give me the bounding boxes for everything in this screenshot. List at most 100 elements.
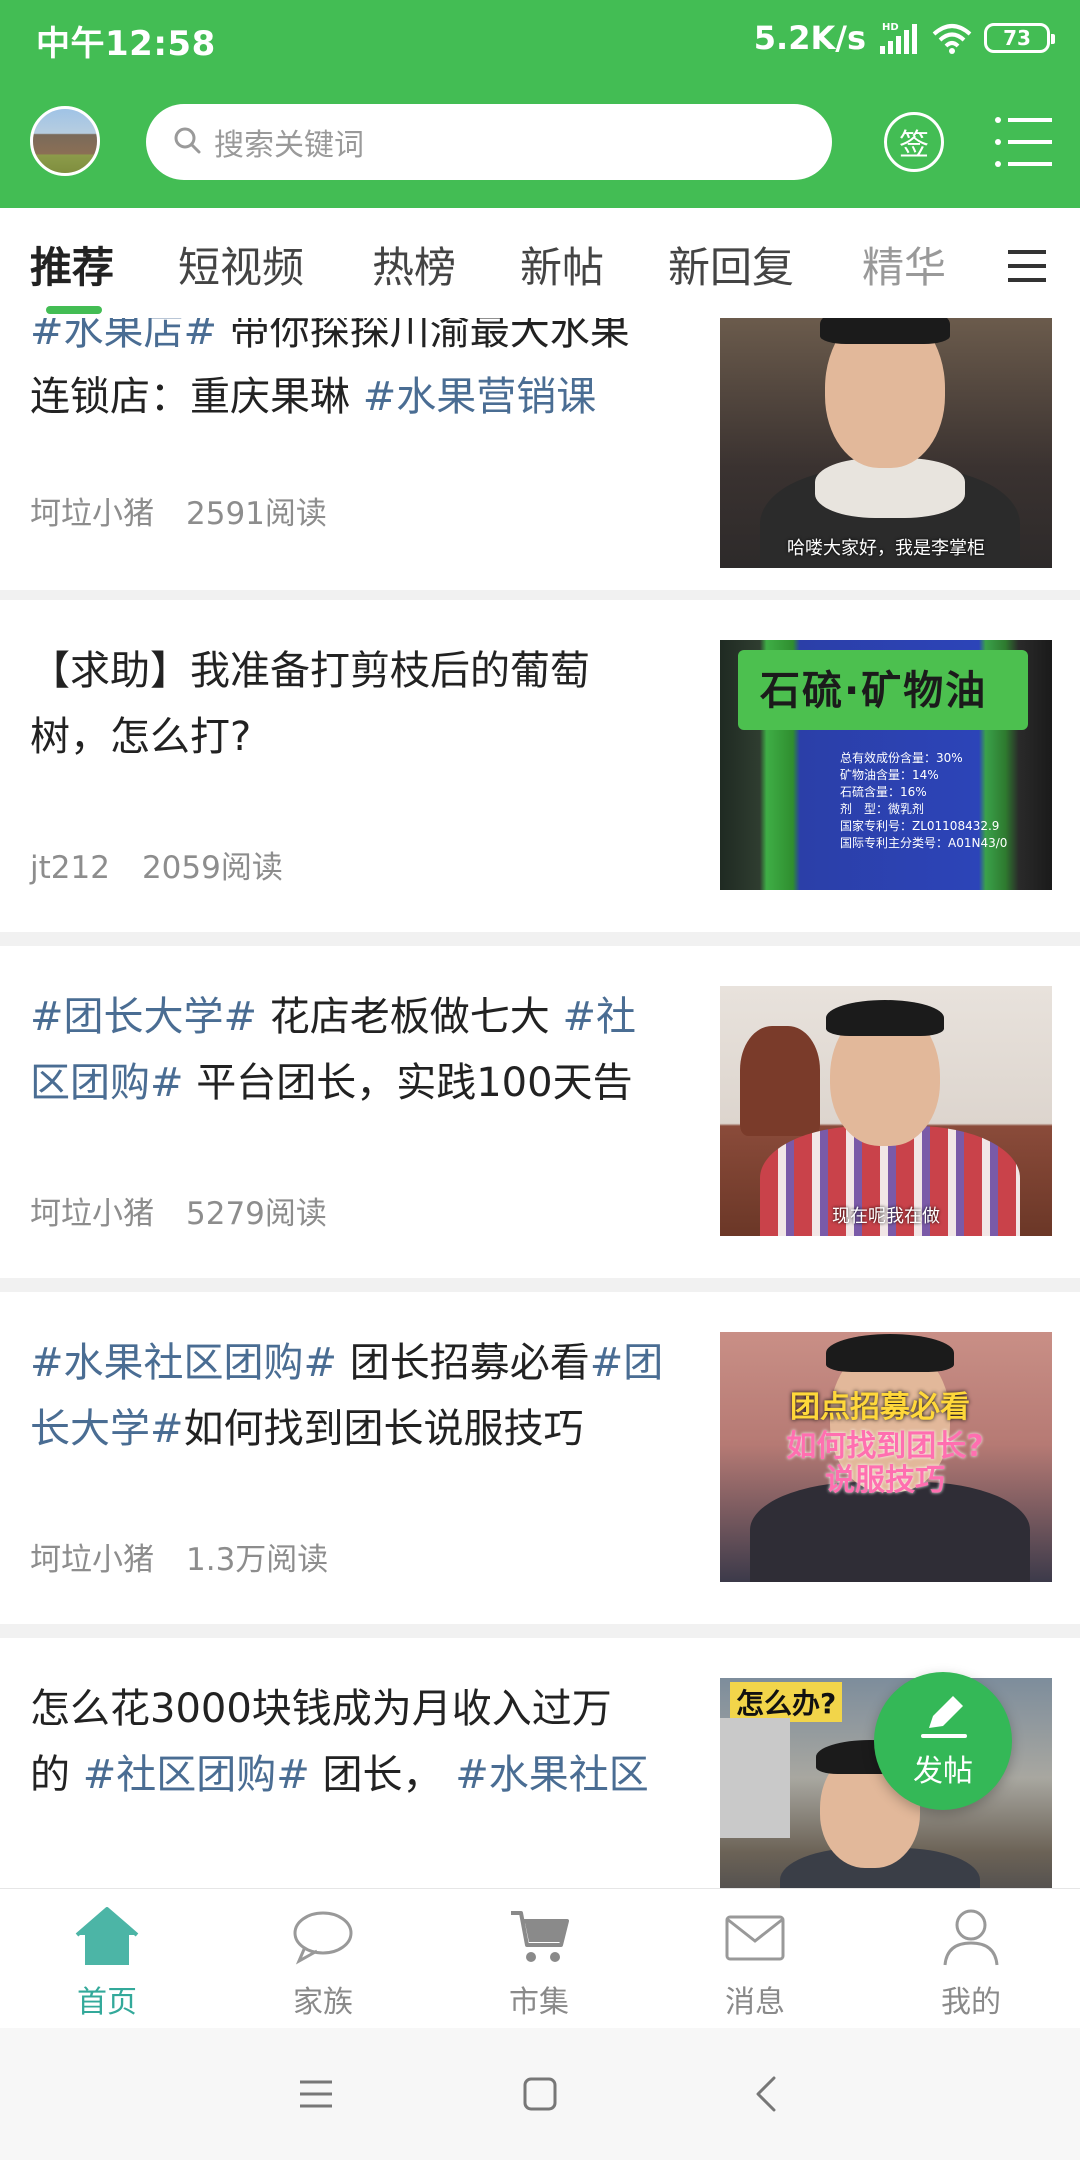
post-read-count: 2591阅读: [186, 496, 327, 532]
post-title[interactable]: #团长大学# 花店老板做七大 #社 区团购# 平台团长，实践100天告: [30, 984, 695, 1116]
thumbnail-caption: 现在呢我在做: [832, 1206, 940, 1227]
nav-family-label: 家族: [293, 1985, 353, 2020]
post-read-count: 1.3万阅读: [186, 1542, 329, 1578]
post-title[interactable]: #水果店# 带你探探川渝最大水果 连锁店：重庆果琳 #水果营销课: [30, 318, 695, 430]
post-tag[interactable]: #水果店#: [30, 318, 217, 354]
post-meta: 坷垃小猪 2591阅读: [30, 488, 327, 533]
recent-apps-icon[interactable]: [292, 2072, 340, 2116]
menu-icon[interactable]: [994, 114, 1054, 170]
post-card[interactable]: 【求助】我准备打剪枝后的葡萄 树，怎么打? jt212 2059阅读 石硫·矿物油…: [0, 600, 1080, 932]
system-navigation-bar: [0, 2028, 1080, 2160]
post-title-text: 平台团长，实践100天告: [183, 1060, 633, 1106]
post-meta: 坷垃小猪 1.3万阅读: [30, 1534, 328, 1579]
post-author[interactable]: 坷垃小猪: [30, 1542, 154, 1578]
post-title-text: 怎么花3000块钱成为月收入过万: [30, 1686, 612, 1732]
post-thumbnail[interactable]: 现在呢我在做: [720, 986, 1052, 1236]
thumbnail-fine-print: 总有效成份含量：30% 矿物油含量：14% 石硫含量：16% 剂 型：微乳剂 国…: [840, 751, 1008, 850]
nav-market-label: 市集: [509, 1985, 569, 2020]
tabs-more-icon[interactable]: [1006, 248, 1048, 284]
status-bar: 中午12:58 5.2K/s HD 73: [0, 0, 1080, 78]
post-card[interactable]: #团长大学# 花店老板做七大 #社 区团购# 平台团长，实践100天告 坷垃小猪…: [0, 946, 1080, 1278]
status-indicators: 5.2K/s HD 73: [753, 16, 1055, 60]
signal-icon: HD: [876, 20, 920, 56]
post-title[interactable]: 【求助】我准备打剪枝后的葡萄 树，怎么打?: [30, 638, 695, 770]
wifi-icon: [930, 20, 974, 56]
home-icon: [75, 1907, 139, 1971]
post-thumbnail[interactable]: 石硫·矿物油 总有效成份含量：30% 矿物油含量：14% 石硫含量：16% 剂 …: [720, 640, 1052, 890]
search-bar[interactable]: 搜索关键词: [146, 104, 832, 180]
thumbnail-caption: 哈喽大家好，我是李掌柜: [787, 538, 985, 559]
nav-profile[interactable]: 我的: [896, 1907, 1046, 2021]
tab-new-posts[interactable]: 新帖: [520, 234, 604, 295]
post-title-text: 花店老板做七大: [257, 994, 563, 1040]
nav-profile-label: 我的: [941, 1985, 1001, 2020]
post-tag[interactable]: 长大学#: [30, 1406, 184, 1452]
nav-home[interactable]: 首页: [32, 1907, 182, 2021]
bottom-navigation: 首页 家族 市集 消息 我的: [0, 1888, 1080, 2028]
app-header: 搜索关键词 签: [0, 78, 1080, 208]
network-type-label: HD: [882, 22, 899, 33]
nav-home-label: 首页: [77, 1985, 137, 2020]
tab-short-video[interactable]: 短视频: [178, 234, 304, 295]
new-post-label: 发帖: [913, 1754, 973, 1789]
post-tag[interactable]: #社: [562, 994, 636, 1040]
post-tag[interactable]: #水果营销课: [363, 374, 597, 420]
post-card[interactable]: #水果社区团购# 团长招募必看#团 长大学#如何找到团长说服技巧 坷垃小猪 1.3…: [0, 1292, 1080, 1624]
post-meta: 坷垃小猪 5279阅读: [30, 1188, 327, 1233]
back-icon[interactable]: [744, 2072, 792, 2116]
search-icon: [172, 125, 202, 159]
thumbnail-caption: 团点招募必看: [790, 1390, 970, 1425]
nav-messages-label: 消息: [725, 1985, 785, 2020]
post-thumbnail[interactable]: 团点招募必看 如何找到团长? 说服技巧: [720, 1332, 1052, 1582]
active-tab-indicator: [46, 306, 102, 314]
post-title-text: 团长招募必看: [337, 1340, 590, 1386]
post-tag[interactable]: #社区团购#: [83, 1752, 310, 1798]
post-author[interactable]: 坷垃小猪: [30, 496, 154, 532]
nav-market[interactable]: 市集: [464, 1907, 614, 2021]
post-tag[interactable]: #水果社区: [455, 1752, 649, 1798]
post-author[interactable]: jt212: [30, 850, 110, 886]
post-title-text: 团长，: [309, 1752, 456, 1798]
post-title-text: 树，怎么打?: [30, 714, 252, 760]
tab-new-replies[interactable]: 新回复: [668, 234, 794, 295]
post-thumbnail[interactable]: 哈喽大家好，我是李掌柜: [720, 318, 1052, 568]
post-title[interactable]: #水果社区团购# 团长招募必看#团 长大学#如何找到团长说服技巧: [30, 1330, 695, 1462]
nav-family[interactable]: 家族: [248, 1907, 398, 2021]
post-card[interactable]: #水果店# 带你探探川渝最大水果 连锁店：重庆果琳 #水果营销课 坷垃小猪 259…: [0, 318, 1080, 590]
sign-in-button[interactable]: 签: [884, 112, 944, 172]
post-feed[interactable]: #水果店# 带你探探川渝最大水果 连锁店：重庆果琳 #水果营销课 坷垃小猪 259…: [0, 318, 1080, 1888]
tab-featured[interactable]: 精华: [862, 234, 946, 295]
user-icon: [939, 1907, 1003, 1971]
mail-icon: [723, 1907, 787, 1971]
home-button-icon[interactable]: [516, 2072, 564, 2116]
thumbnail-caption: 怎么办?: [730, 1682, 843, 1722]
search-placeholder: 搜索关键词: [214, 128, 364, 163]
new-post-button[interactable]: 发帖: [874, 1672, 1012, 1810]
cart-icon: [507, 1907, 571, 1971]
post-title-text: 的: [30, 1752, 83, 1798]
post-title[interactable]: 怎么花3000块钱成为月收入过万 的 #社区团购# 团长， #水果社区: [30, 1676, 695, 1808]
post-title-text: 【求助】我准备打剪枝后的葡萄: [30, 648, 590, 694]
post-read-count: 5279阅读: [186, 1196, 327, 1232]
post-read-count: 2059阅读: [141, 850, 283, 886]
battery-indicator: 73: [984, 23, 1055, 53]
post-meta: jt212 2059阅读: [30, 842, 283, 887]
post-title-text: 带你探探川渝最大水果: [217, 318, 630, 354]
nav-messages[interactable]: 消息: [680, 1907, 830, 2021]
post-tag[interactable]: #团长大学#: [30, 994, 257, 1040]
chat-bubble-icon: [291, 1907, 355, 1971]
network-speed: 5.2K/s: [753, 19, 866, 57]
post-title-text: 连锁店：重庆果琳: [30, 374, 363, 420]
post-tag[interactable]: #水果社区团购#: [30, 1340, 337, 1386]
post-title-text: 如何找到团长说服技巧: [183, 1406, 584, 1452]
post-tag[interactable]: #团: [590, 1340, 664, 1386]
status-time: 中午12:58: [36, 24, 216, 64]
pencil-icon: [915, 1692, 971, 1744]
post-author[interactable]: 坷垃小猪: [30, 1196, 154, 1232]
thumbnail-label: 石硫·矿物油: [760, 668, 988, 714]
category-tabs: 推荐 短视频 热榜 新帖 新回复 精华: [0, 208, 1080, 318]
tab-recommend[interactable]: 推荐: [30, 234, 114, 295]
tab-hot-list[interactable]: 热榜: [372, 234, 456, 295]
avatar[interactable]: [30, 106, 100, 176]
post-tag[interactable]: 区团购#: [30, 1060, 184, 1106]
